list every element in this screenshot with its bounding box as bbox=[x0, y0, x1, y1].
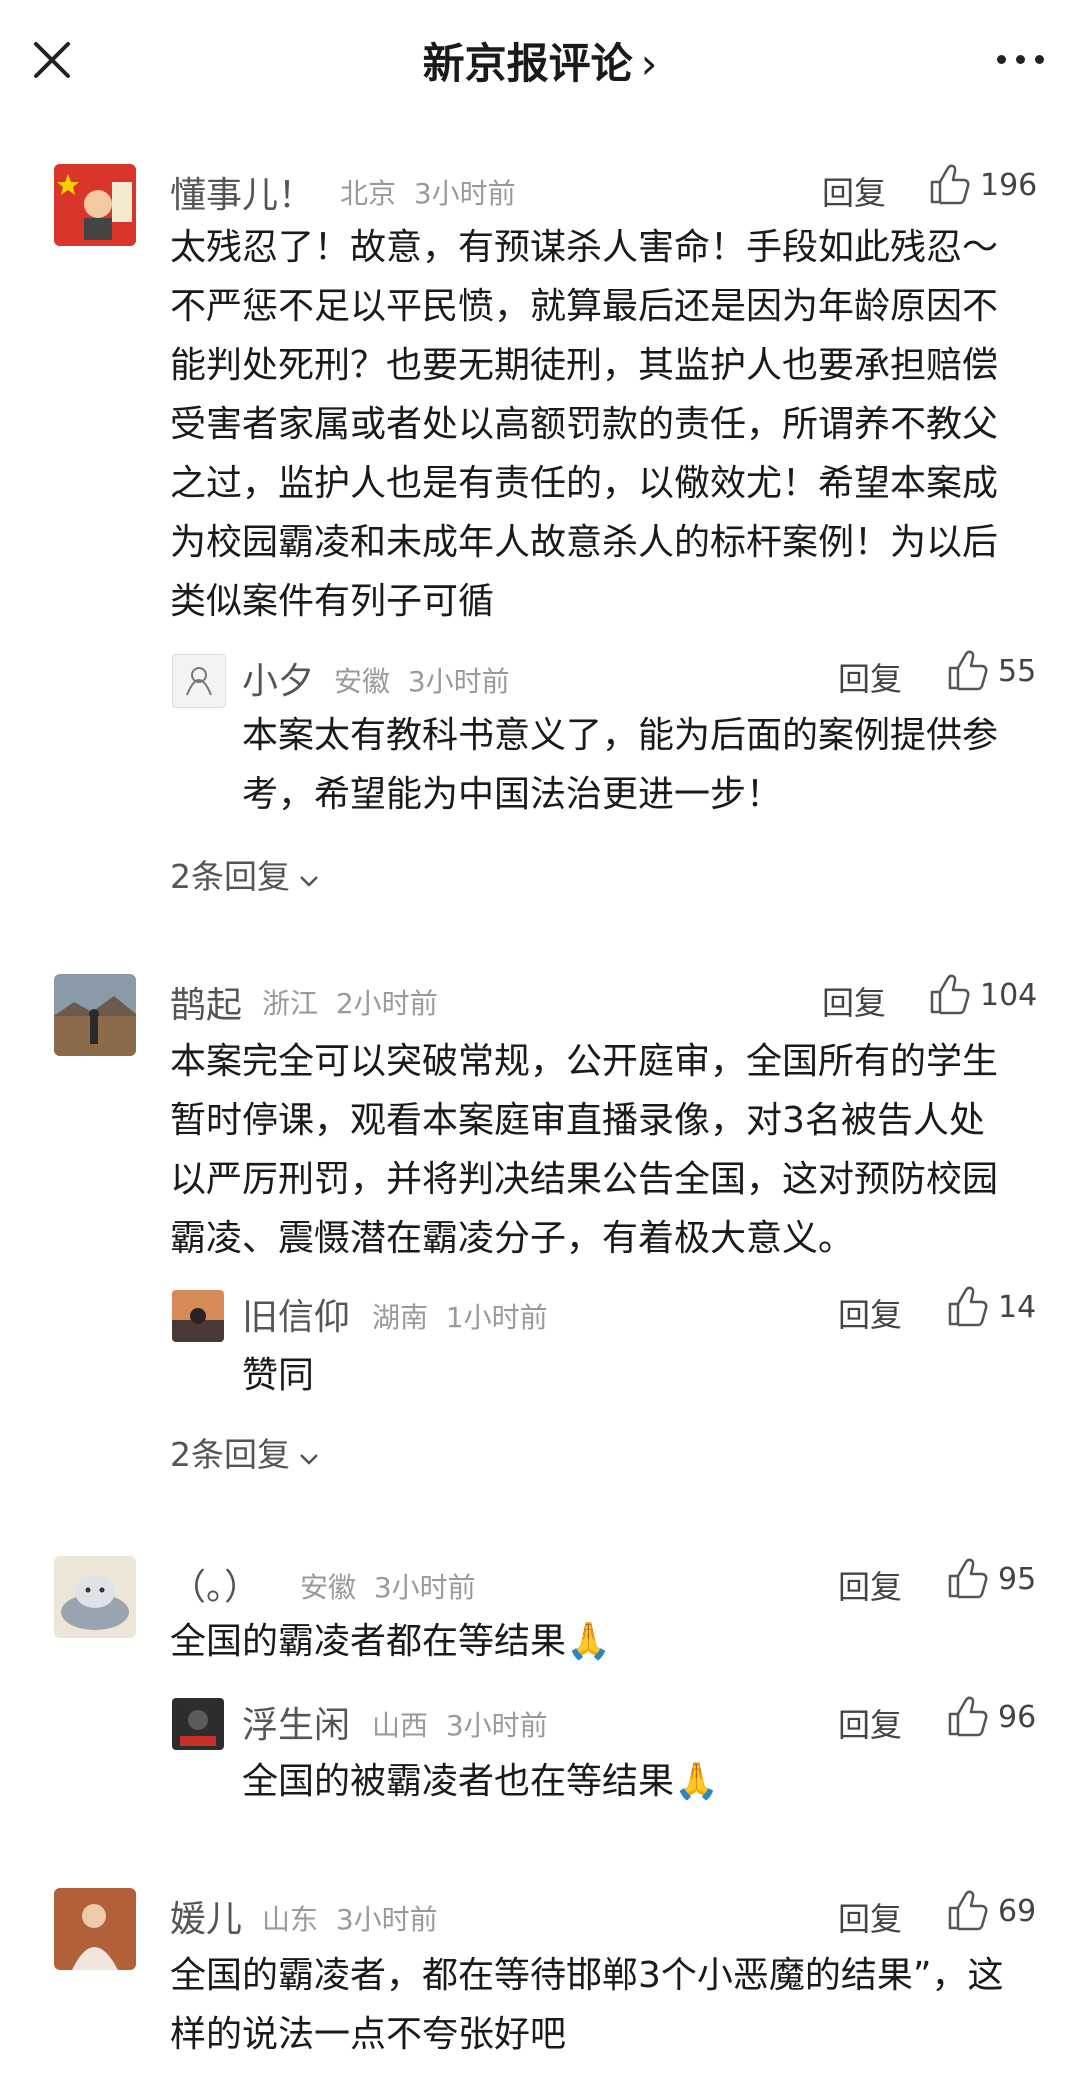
reply-button[interactable]: 回复 bbox=[838, 1562, 902, 1608]
thumbs-up-icon bbox=[948, 1558, 988, 1599]
comment-author[interactable]: 鹊起 bbox=[170, 976, 242, 1028]
top-bar: 新京报评论 › bbox=[0, 0, 1080, 120]
comment-time: 3小时前 bbox=[413, 177, 516, 210]
avatar[interactable] bbox=[54, 1888, 136, 1970]
comment-time: 3小时前 bbox=[335, 1903, 438, 1936]
comment-author[interactable]: （。） bbox=[170, 1558, 260, 1610]
avatar-image bbox=[54, 1888, 136, 1970]
more-icon bbox=[997, 55, 1006, 64]
comment-location: 北京 bbox=[340, 177, 397, 210]
avatar-image bbox=[172, 1290, 224, 1342]
comment-text: 全国的霸凌者都在等结果🙏 bbox=[170, 1621, 611, 1662]
chevron-right-icon: › bbox=[640, 39, 658, 88]
comment-meta: 浙江 2小时前 bbox=[262, 982, 438, 1022]
comment-location: 山东 bbox=[262, 1903, 319, 1936]
avatar-image bbox=[172, 1698, 224, 1750]
comment-time: 3小时前 bbox=[373, 1571, 476, 1604]
reply-text: 赞同 bbox=[242, 1355, 315, 1396]
avatar[interactable] bbox=[54, 1556, 136, 1638]
reply-author[interactable]: 旧信仰 bbox=[242, 1288, 350, 1340]
reply-button[interactable]: 回复 bbox=[838, 1894, 902, 1940]
thumbs-up-icon bbox=[930, 164, 970, 205]
thumbs-up-icon bbox=[948, 650, 988, 691]
reply-location: 山西 bbox=[372, 1709, 429, 1742]
comment-author[interactable]: 懂事儿！ bbox=[170, 166, 314, 218]
thumbs-up-icon bbox=[948, 1890, 988, 1931]
chevron-down-icon bbox=[298, 1435, 320, 1474]
reply-meta: 湖南 1小时前 bbox=[372, 1296, 548, 1336]
page-title-text: 新京报评论 bbox=[422, 39, 633, 88]
more-replies-label: 2条回复 bbox=[170, 1435, 290, 1474]
more-button[interactable] bbox=[992, 48, 1052, 72]
reply-avatar[interactable] bbox=[172, 1698, 224, 1750]
reply-location: 安徽 bbox=[334, 665, 391, 698]
like-count: 55 bbox=[998, 654, 1037, 689]
like-count: 104 bbox=[980, 978, 1038, 1013]
thumbs-up-icon bbox=[948, 1286, 988, 1327]
reply-button[interactable]: 回复 bbox=[838, 1700, 902, 1746]
comment-meta: 安徽 3小时前 bbox=[300, 1566, 476, 1606]
comment-text: 太残忍了！故意，有预谋杀人害命！手段如此残忍～不严惩不足以平民愤，就算最后还是因… bbox=[170, 227, 999, 622]
like-count: 14 bbox=[998, 1290, 1037, 1325]
reply-avatar[interactable] bbox=[172, 1290, 224, 1342]
like-count: 96 bbox=[998, 1700, 1037, 1735]
more-replies-label: 2条回复 bbox=[170, 857, 290, 896]
more-replies-link[interactable]: 2条回复 bbox=[170, 850, 320, 898]
avatar[interactable] bbox=[54, 974, 136, 1056]
page-title[interactable]: 新京报评论 › bbox=[0, 30, 1080, 91]
reply-text: 全国的被霸凌者也在等结果🙏 bbox=[242, 1761, 719, 1802]
comment-meta: 北京 3小时前 bbox=[340, 172, 516, 212]
like-count: 196 bbox=[980, 168, 1038, 203]
reply-button[interactable]: 回复 bbox=[822, 168, 886, 214]
thumbs-up-icon bbox=[948, 1696, 988, 1737]
avatar-image bbox=[54, 164, 136, 246]
comment-text: 本案完全可以突破常规，公开庭审，全国所有的学生暂时停课，观看本案庭审直播录像，对… bbox=[170, 1041, 999, 1259]
avatar-image bbox=[54, 1556, 136, 1638]
reply-author[interactable]: 浮生闲 bbox=[242, 1696, 350, 1748]
comment-meta: 山东 3小时前 bbox=[262, 1898, 438, 1938]
reply-button[interactable]: 回复 bbox=[838, 654, 902, 700]
reply-time: 3小时前 bbox=[445, 1709, 548, 1742]
reply-meta: 山西 3小时前 bbox=[372, 1704, 548, 1744]
avatar[interactable] bbox=[54, 164, 136, 246]
chevron-down-icon bbox=[298, 857, 320, 896]
reply-meta: 安徽 3小时前 bbox=[334, 660, 510, 700]
avatar-image bbox=[54, 974, 136, 1056]
reply-avatar[interactable] bbox=[172, 654, 226, 708]
comment-text: 全国的霸凌者，都在等待邯郸3个小恶魔的结果”，这样的说法一点不夸张好吧 bbox=[170, 1955, 1004, 2055]
comment-location: 安徽 bbox=[300, 1571, 357, 1604]
more-replies-link[interactable]: 2条回复 bbox=[170, 1428, 320, 1476]
reply-time: 1小时前 bbox=[445, 1301, 548, 1334]
comment-time: 2小时前 bbox=[335, 987, 438, 1020]
thumbs-up-icon bbox=[930, 974, 970, 1015]
comment-author[interactable]: 媛儿 bbox=[170, 1890, 242, 1942]
comment-location: 浙江 bbox=[262, 987, 319, 1020]
reply-button[interactable]: 回复 bbox=[822, 978, 886, 1024]
reply-author[interactable]: 小夕 bbox=[242, 652, 314, 704]
reply-location: 湖南 bbox=[372, 1301, 429, 1334]
like-count: 95 bbox=[998, 1562, 1037, 1597]
like-count: 69 bbox=[998, 1894, 1037, 1929]
reply-button[interactable]: 回复 bbox=[838, 1290, 902, 1336]
reply-time: 3小时前 bbox=[407, 665, 510, 698]
reply-text: 本案太有教科书意义了，能为后面的案例提供参考，希望能为中国法治更进一步！ bbox=[242, 715, 999, 815]
avatar-image bbox=[173, 655, 225, 707]
